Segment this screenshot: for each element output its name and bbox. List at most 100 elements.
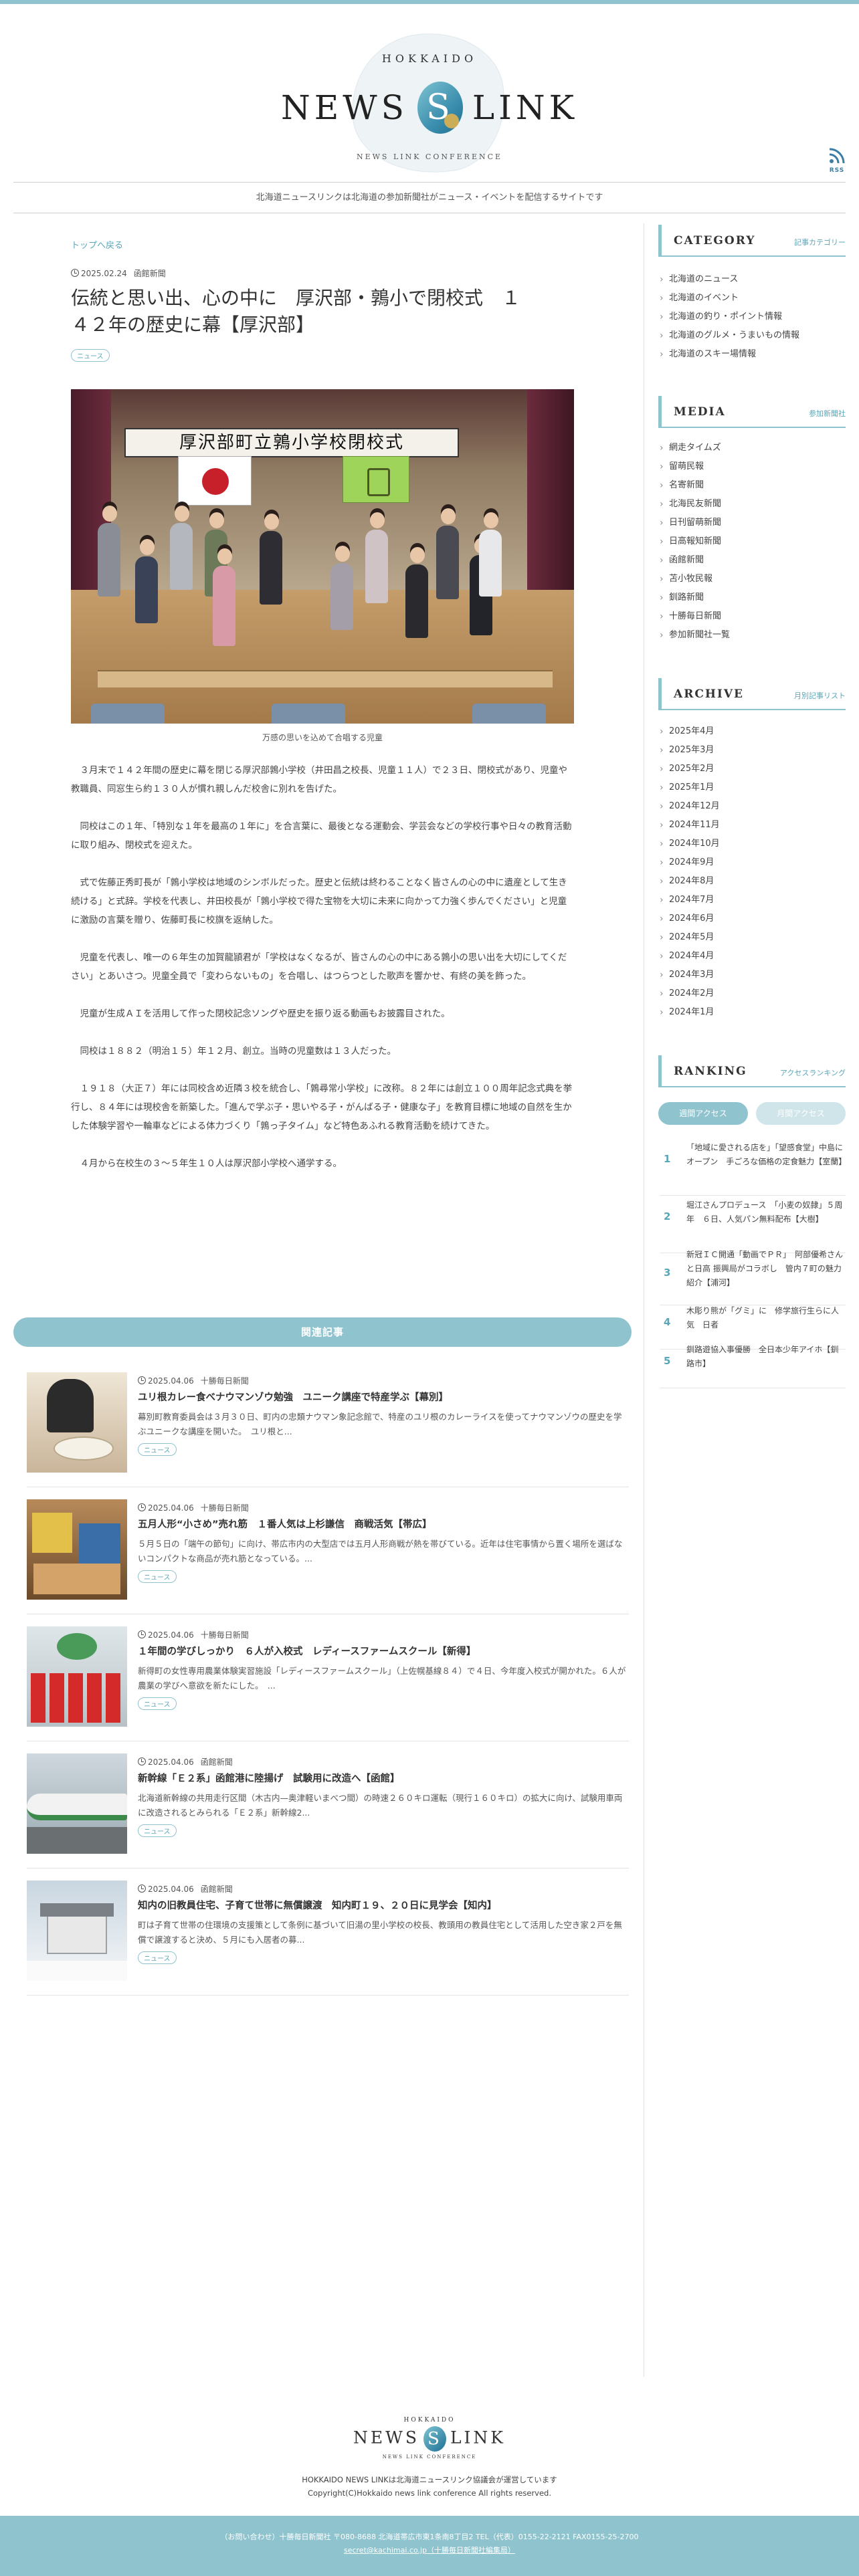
logo-s-icon: S (417, 82, 463, 134)
sidebar-archive-item[interactable]: 2024年1月 (660, 1003, 846, 1022)
ranking-item[interactable]: 2 堀江さんプロデュース 「小麦の奴隷」５周年 ６日、人気パン無料配布【大樹】 (660, 1200, 846, 1253)
photo-caption: 万感の思いを込めて合唱する児童 (262, 733, 383, 742)
related-item[interactable]: 2025.04.06 函館新聞 新幹線「Ｅ２系」函館港に陸揚げ 試験用に改造へ【函… (27, 1741, 629, 1868)
sidebar-archive-item[interactable]: 2024年8月 (660, 872, 846, 891)
footer-logo-conference: NEWS LINK CONFERENCE (382, 2454, 477, 2460)
sidebar-archive-item[interactable]: 2024年12月 (660, 797, 846, 816)
logo-conference-text: NEWS LINK CONFERENCE (356, 152, 503, 161)
sidebar-media-item[interactable]: 網走タイムズ (660, 439, 846, 457)
related-item[interactable]: 2025.04.06 十勝毎日新聞 ユリ根カレー食べナウマンゾウ勉強 ユニーク講座… (27, 1360, 629, 1487)
ranking-item[interactable]: 3 新冠ＩＣ開通「動画でＰＲ」 阿部優希さんと日高 振興局がコラボし 管内７町の… (660, 1250, 846, 1305)
back-to-top-link[interactable]: トップへ戻る (71, 238, 123, 251)
related-title[interactable]: 新幹線「Ｅ２系」函館港に陸揚げ 試験用に改造へ【函館】 (138, 1771, 626, 1787)
related-title[interactable]: 知内の旧教員住宅、子育て世帯に無償譲渡 知内町１９、２０日に見学会【知内】 (138, 1898, 626, 1914)
related-tag[interactable]: ニュース (138, 1824, 177, 1837)
sidebar-category-item[interactable]: 北海道のグルメ・うまいもの情報 (660, 326, 846, 345)
sidebar-archive-item[interactable]: 2024年4月 (660, 947, 846, 966)
sidebar-archive-item[interactable]: 2025年3月 (660, 741, 846, 760)
related-source[interactable]: 十勝毎日新聞 (201, 1502, 249, 1513)
tab-weekly-access[interactable]: 週間アクセス (658, 1102, 748, 1125)
article-source[interactable]: 函館新聞 (134, 267, 166, 279)
article-paragraph: 児童が生成ＡＩを活用して作った閉校記念ソングや歴史を振り返る動画もお披露目された… (80, 1008, 450, 1019)
sidebar-media-list: 網走タイムズ 留萌民報 名寄新聞 北海民友新聞 日刊留萌新聞 日高報知新聞 函館… (660, 439, 846, 645)
sidebar-archive-item[interactable]: 2024年5月 (660, 928, 846, 947)
sidebar-ranking-sub[interactable]: アクセスランキング (780, 1067, 846, 1078)
related-meta: 2025.04.06 函館新聞 (138, 1883, 233, 1895)
related-item[interactable]: 2025.04.06 十勝毎日新聞 五月人形“小さめ”売れ筋 １番人気は上杉謙信 … (27, 1487, 629, 1614)
related-title[interactable]: 五月人形“小さめ”売れ筋 １番人気は上杉謙信 商戦活気【帯広】 (138, 1517, 626, 1533)
rss-label: RSS (829, 167, 845, 174)
footer-email-link[interactable]: secret@kachimai.co.jp（十勝毎日新聞社編集局） (0, 2544, 859, 2557)
related-tag[interactable]: ニュース (138, 1951, 177, 1964)
sidebar-media-item[interactable]: 日高報知新聞 (660, 532, 846, 551)
ranking-title[interactable]: 木彫り熊が「グミ」に 修学旅行生らに人気 日者 (686, 1304, 844, 1332)
sidebar-media-item[interactable]: 日刊留萌新聞 (660, 514, 846, 532)
sidebar-archive-item[interactable]: 2025年2月 (660, 760, 846, 778)
footer-logo[interactable]: HOKKAIDO NEWS S LINK NEWS LINK CONFERENCE (335, 2411, 524, 2465)
sidebar-archive-item[interactable]: 2025年1月 (660, 778, 846, 797)
related-tag[interactable]: ニュース (138, 1697, 177, 1710)
related-source[interactable]: 函館新聞 (201, 1756, 233, 1767)
sidebar-media-item[interactable]: 苫小牧民報 (660, 570, 846, 588)
ranking-title[interactable]: 新冠ＩＣ開通「動画でＰＲ」 阿部優希さんと日高 振興局がコラボし 管内７町の魅力… (686, 1248, 844, 1290)
rss-icon (829, 148, 845, 164)
related-thumbnail[interactable] (27, 1626, 127, 1727)
ranking-item[interactable]: 5 釧路遊協入事優勝 全日本少年アイホ【釧路市】 (660, 1345, 846, 1388)
ranking-title[interactable]: 「地域に愛される店を」「望感食堂」中島にオープン 手ごろな価格の定食魅力【室蘭】 (686, 1141, 846, 1169)
related-thumbnail[interactable] (27, 1753, 127, 1854)
sidebar-category-item[interactable]: 北海道のスキー場情報 (660, 345, 846, 364)
sidebar-archive-title: ARCHIVE (674, 687, 745, 701)
related-excerpt: 北海道新幹線の共用走行区間（木古内—奥津軽いまべつ間）の時速２６０キロ運転（現行… (138, 1793, 623, 1818)
sidebar-archive-item[interactable]: 2024年6月 (660, 909, 846, 928)
ranking-number: 5 (664, 1355, 671, 1367)
sidebar-archive-item[interactable]: 2024年3月 (660, 966, 846, 984)
related-tag[interactable]: ニュース (138, 1443, 177, 1456)
ranking-item[interactable]: 1 「地域に愛される店を」「望感食堂」中島にオープン 手ごろな価格の定食魅力【室… (660, 1143, 846, 1196)
sidebar-media-heading: MEDIA 参加新聞社 (658, 396, 846, 428)
sidebar-category-item[interactable]: 北海道のイベント (660, 289, 846, 308)
related-excerpt: 幕別町教育委員会は３月３０日、町内の忠類ナウマン象記念館で、特産のユリ根のカレー… (138, 1412, 622, 1436)
related-thumbnail[interactable] (27, 1499, 127, 1600)
sidebar-category-sub[interactable]: 記事カテゴリー (794, 237, 846, 247)
related-title[interactable]: ユリ根カレー食べナウマンゾウ勉強 ユニーク講座で特産学ぶ【幕別】 (138, 1390, 626, 1406)
related-item[interactable]: 2025.04.06 十勝毎日新聞 １年間の学びしっかり ６人が入校式 レディース… (27, 1614, 629, 1741)
ranking-title[interactable]: 釧路遊協入事優勝 全日本少年アイホ【釧路市】 (686, 1343, 844, 1371)
sidebar-category-item[interactable]: 北海道の釣り・ポイント情報 (660, 308, 846, 326)
related-title[interactable]: １年間の学びしっかり ６人が入校式 レディースファームスクール【新得】 (138, 1644, 626, 1660)
article-paragraph: ４月から在校生の３〜５年生１０人は厚沢部小学校へ通学する。 (80, 1158, 343, 1169)
related-thumbnail[interactable] (27, 1881, 127, 1981)
sidebar-media-item[interactable]: 函館新聞 (660, 551, 846, 570)
sidebar-media-item[interactable]: 留萌民報 (660, 457, 846, 476)
site-logo[interactable]: HOKKAIDO NEWS S LINK NEWS LINK CONFERENCE (268, 23, 591, 184)
sidebar-media-item[interactable]: 名寄新聞 (660, 476, 846, 495)
article-tag[interactable]: ニュース (71, 349, 110, 362)
sidebar-media-item[interactable]: 北海民友新聞 (660, 495, 846, 514)
related-source[interactable]: 函館新聞 (201, 1883, 233, 1895)
related-tag[interactable]: ニュース (138, 1570, 177, 1583)
sidebar-media-item[interactable]: 参加新聞社一覧 (660, 626, 846, 645)
sidebar-category-item[interactable]: 北海道のニュース (660, 270, 846, 289)
sidebar-archive-item[interactable]: 2024年10月 (660, 835, 846, 853)
sidebar-archive-item[interactable]: 2024年9月 (660, 853, 846, 872)
sidebar-archive-item[interactable]: 2024年7月 (660, 891, 846, 909)
related-source[interactable]: 十勝毎日新聞 (201, 1629, 249, 1640)
rss-link[interactable]: RSS (827, 147, 847, 174)
related-excerpt: 町は子育て世帯の住環境の支援策として条例に基づいて旧湯の里小学校の校長、教頭用の… (138, 1920, 622, 1945)
tab-monthly-access[interactable]: 月間アクセス (756, 1102, 846, 1125)
sidebar-media-sub[interactable]: 参加新聞社 (809, 408, 846, 419)
related-thumbnail[interactable] (27, 1372, 127, 1473)
related-articles-heading: 関連記事 (13, 1317, 632, 1347)
sidebar-archive-sub[interactable]: 月別記事リスト (794, 690, 846, 701)
sidebar-archive-item[interactable]: 2025年4月 (660, 722, 846, 741)
thumb-shape (27, 1961, 127, 1981)
sidebar-archive-item[interactable]: 2024年2月 (660, 984, 846, 1003)
logo-hokkaido-text: HOKKAIDO (381, 52, 478, 65)
sidebar-media-item[interactable]: 十勝毎日新聞 (660, 607, 846, 626)
sidebar-archive-item[interactable]: 2024年11月 (660, 816, 846, 835)
related-source[interactable]: 十勝毎日新聞 (201, 1375, 249, 1386)
sidebar-media-item[interactable]: 釧路新聞 (660, 588, 846, 607)
thumb-shape (32, 1513, 72, 1553)
clock-icon (138, 1630, 146, 1638)
ranking-title[interactable]: 堀江さんプロデュース 「小麦の奴隷」５周年 ６日、人気パン無料配布【大樹】 (686, 1198, 844, 1226)
related-item[interactable]: 2025.04.06 函館新聞 知内の旧教員住宅、子育て世帯に無償譲渡 知内町１９… (27, 1868, 629, 1996)
